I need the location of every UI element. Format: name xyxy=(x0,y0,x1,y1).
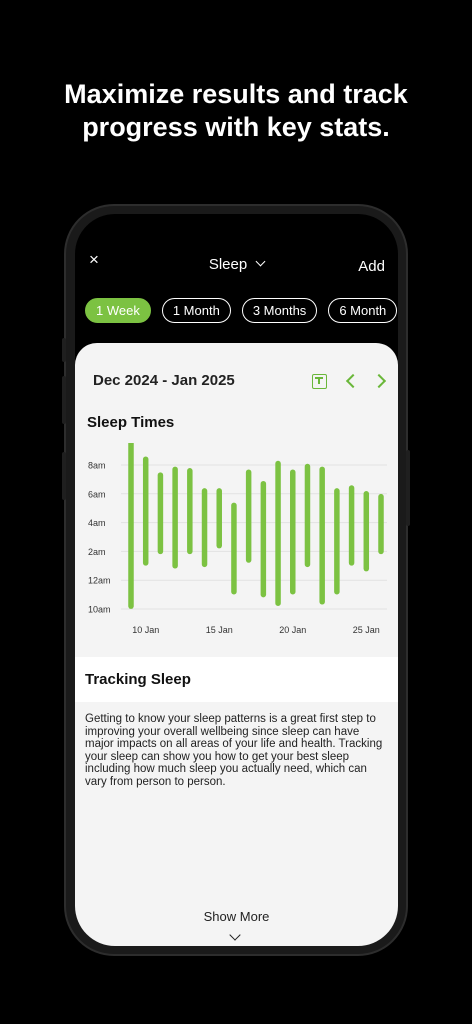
phone-screen: × Sleep Add 1 Week 1 Month 3 Months 6 Month… xyxy=(75,214,398,946)
phone-side-button-right xyxy=(406,450,410,526)
tab-6-months[interactable]: 6 Month xyxy=(328,298,398,323)
tab-3-months[interactable]: 3 Months xyxy=(241,298,318,323)
headline-line-1: Maximize results and track xyxy=(64,79,408,109)
add-button[interactable]: Add xyxy=(358,258,385,275)
x-tick-label: 25 Jan xyxy=(353,625,380,635)
y-tick-label: 10am xyxy=(88,605,111,615)
y-tick-label: 6am xyxy=(88,489,106,499)
headline-line-2: progress with key stats. xyxy=(82,112,390,142)
phone-side-button-left-1 xyxy=(62,338,66,362)
tracking-sleep-header: Tracking Sleep xyxy=(75,657,398,702)
phone-side-button-left-2 xyxy=(62,376,66,424)
x-tick-label: 15 Jan xyxy=(206,625,233,635)
tracking-sleep-description: Getting to know your sleep patterns is a… xyxy=(85,713,383,788)
sleep-times-chart-svg: 8am 6am 4am 2am 12am 10am 10 Jan 15 Jan 20 Jan 25… xyxy=(88,443,387,635)
sleep-times-chart: 8am 6am 4am 2am 12am 10am 10 Jan 15 Jan 20 Jan 25… xyxy=(75,443,398,643)
range-tabs: 1 Week 1 Month 3 Months 6 Month xyxy=(85,298,398,324)
tab-1-week[interactable]: 1 Week xyxy=(85,298,151,323)
y-tick-label: 4am xyxy=(88,518,106,528)
screen-title: Sleep xyxy=(208,256,248,273)
chevron-right-icon[interactable] xyxy=(371,373,387,389)
chart-title: Sleep Times xyxy=(87,414,175,431)
marketing-headline: Maximize results and track progress with… xyxy=(0,78,472,144)
tracking-sleep-title: Tracking Sleep xyxy=(85,671,191,688)
x-tick-label: 10 Jan xyxy=(132,625,159,635)
y-tick-label: 8am xyxy=(88,461,106,471)
date-range: Dec 2024 - Jan 2025 xyxy=(93,372,235,389)
show-more-button[interactable]: Show More xyxy=(75,909,398,924)
chevron-left-icon[interactable] xyxy=(345,373,361,389)
y-tick-label: 12am xyxy=(88,576,111,586)
y-tick-label: 2am xyxy=(88,547,106,557)
x-tick-label: 20 Jan xyxy=(279,625,306,635)
tab-1-month[interactable]: 1 Month xyxy=(161,298,231,323)
phone-side-button-left-3 xyxy=(62,452,66,500)
top-bar: × Sleep Add xyxy=(75,214,398,294)
chevron-down-icon xyxy=(255,256,266,267)
stats-panel: Dec 2024 - Jan 2025 Sleep Times 8am 6am 4a… xyxy=(75,343,398,946)
calendar-today-icon[interactable] xyxy=(312,374,327,389)
chevron-down-icon[interactable] xyxy=(229,929,241,941)
metric-selector[interactable]: Sleep xyxy=(75,256,398,273)
